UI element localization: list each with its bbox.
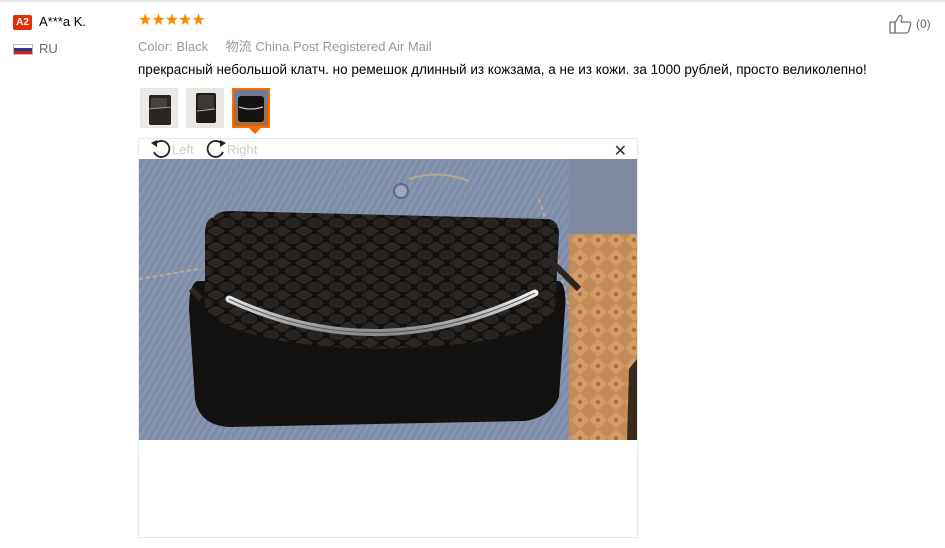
rotate-left-button[interactable]: Left: [150, 139, 194, 159]
russia-flag-icon: [13, 44, 33, 55]
review-photo-large: [139, 159, 637, 440]
order-info: Color: Black 物流 China Post Registered Ai…: [138, 36, 432, 55]
shipping-value: China Post Registered Air Mail: [255, 39, 432, 54]
shipping-label: 物流: [225, 39, 252, 54]
helpful-count: (0): [916, 17, 931, 31]
helpful-button[interactable]: (0): [889, 14, 931, 34]
rotate-left-label: Left: [172, 141, 194, 157]
review-photo-thumb-3[interactable]: [232, 88, 270, 128]
rotate-left-icon: [151, 140, 171, 158]
photo-viewer: Left Right ✕: [138, 138, 638, 538]
reviewer-country: RU: [39, 41, 58, 56]
color-label: Color:: [138, 39, 173, 54]
close-viewer-button[interactable]: ✕: [614, 141, 627, 161]
selected-thumb-indicator: [249, 128, 261, 134]
review-photo-thumb-2[interactable]: [186, 88, 224, 128]
reviewer-name: A***a K.: [39, 14, 86, 29]
feedback-text: прекрасный небольшой клатч. но ремешок д…: [138, 62, 867, 77]
buyer-level-badge: A2: [13, 15, 32, 30]
top-divider: [0, 0, 945, 2]
close-icon: ✕: [613, 143, 627, 160]
thumbs-up-icon: [889, 14, 912, 34]
rotate-right-label: Right: [227, 141, 258, 157]
review-photo-thumb-1[interactable]: [140, 88, 178, 128]
star-rating: ★★★★★: [138, 12, 206, 29]
color-value: Black: [176, 39, 209, 54]
rotate-right-icon: [206, 140, 226, 158]
rotate-right-button[interactable]: Right: [205, 139, 257, 159]
